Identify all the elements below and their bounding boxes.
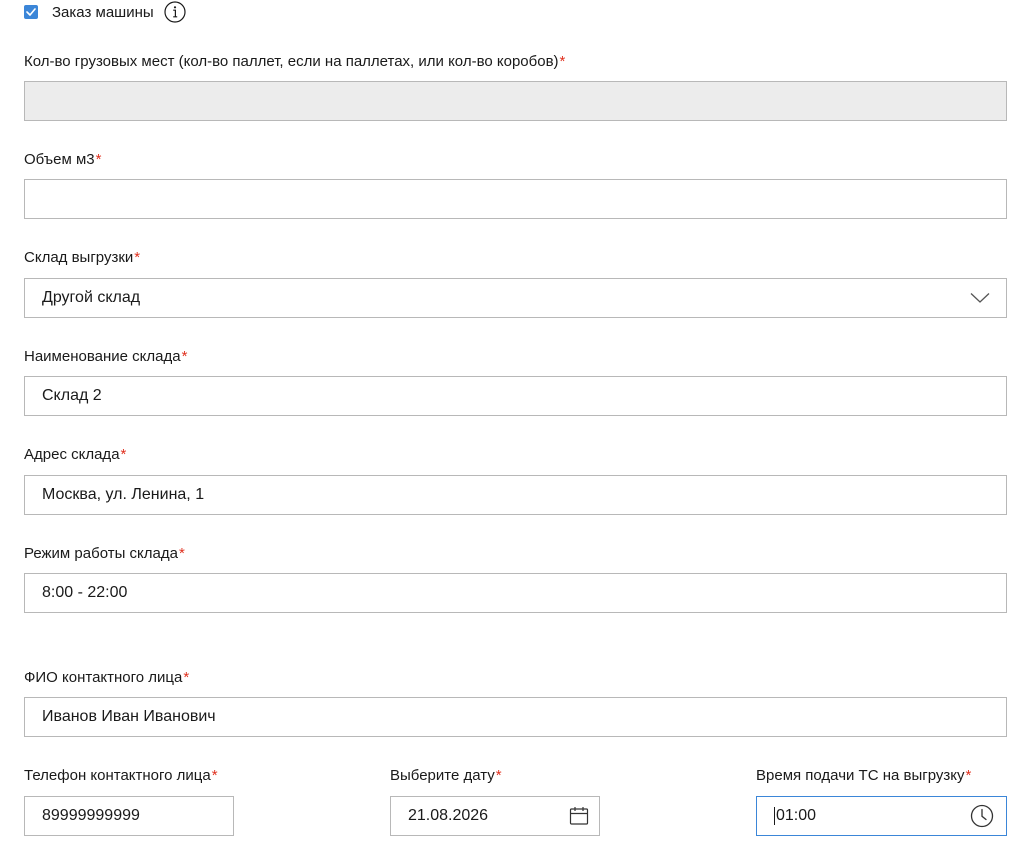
contact-name-input[interactable]: Иванов Иван Иванович <box>24 697 1007 737</box>
info-circle-icon[interactable] <box>164 1 186 23</box>
unload-warehouse-value: Другой склад <box>42 289 141 306</box>
unload-warehouse-label: Склад выгрузки* <box>24 249 141 266</box>
car-order-label: Заказ машины <box>52 3 154 21</box>
warehouse-name-input[interactable]: Склад 2 <box>24 376 1007 416</box>
unload-warehouse-select[interactable]: Другой склад <box>24 278 1007 318</box>
warehouse-hours-field: Режим работы склада* 8:00 - 22:00 <box>24 544 1007 613</box>
arrival-time-label: Время подачи ТС на выгрузку* <box>756 767 972 784</box>
warehouse-address-label: Адрес склада* <box>24 446 127 463</box>
warehouse-name-field: Наименование склада* Склад 2 <box>24 347 1007 416</box>
date-input[interactable]: 21.08.2026 <box>390 796 600 836</box>
contact-name-field: ФИО контактного лица* Иванов Иван Иванов… <box>24 668 1007 737</box>
text-cursor <box>774 806 775 825</box>
contact-phone-field: Телефон контактного лица* 89999999999 <box>24 766 236 836</box>
warehouse-hours-input[interactable]: 8:00 - 22:00 <box>24 573 1007 613</box>
contact-name-label: ФИО контактного лица* <box>24 669 190 686</box>
chevron-down-icon[interactable] <box>960 278 1000 318</box>
warehouse-address-field: Адрес склада* Москва, ул. Ленина, 1 <box>24 445 1007 515</box>
arrival-time-field: Время подачи ТС на выгрузку* 01:00 <box>756 766 1007 836</box>
contact-phone-label: Телефон контактного лица* <box>24 767 218 784</box>
cargo-places-label: Кол-во грузовых мест (кол-во паллет, есл… <box>24 53 566 70</box>
volume-label: Объем м3* <box>24 151 102 168</box>
car-order-row: Заказ машины <box>24 0 186 24</box>
checkmark-icon <box>26 8 36 16</box>
volume-input[interactable] <box>24 179 1007 219</box>
cargo-places-field: Кол-во грузовых мест (кол-во паллет, есл… <box>24 52 1007 121</box>
car-order-checkbox[interactable] <box>24 5 38 19</box>
unload-warehouse-field: Склад выгрузки* Другой склад <box>24 248 1007 318</box>
warehouse-hours-label: Режим работы склада* <box>24 545 185 562</box>
calendar-icon[interactable] <box>559 796 599 836</box>
cargo-places-input[interactable] <box>24 81 1007 121</box>
date-field: Выберите дату* 21.08.2026 <box>390 766 602 836</box>
clock-icon[interactable] <box>962 796 1002 836</box>
date-label: Выберите дату* <box>390 767 502 784</box>
contact-phone-input[interactable]: 89999999999 <box>24 796 234 836</box>
volume-field: Объем м3* <box>24 150 1007 219</box>
warehouse-address-input[interactable]: Москва, ул. Ленина, 1 <box>24 475 1007 515</box>
arrival-time-input[interactable]: 01:00 <box>756 796 1007 836</box>
warehouse-name-label: Наименование склада* <box>24 348 188 365</box>
